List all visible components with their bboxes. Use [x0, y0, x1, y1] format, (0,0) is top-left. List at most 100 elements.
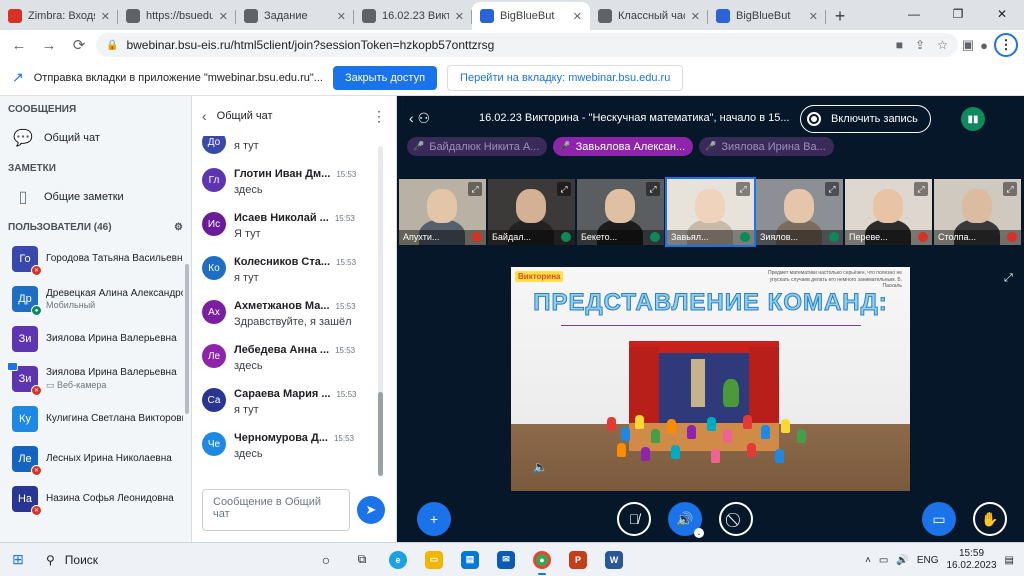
toggle-userlist-icon[interactable]: ‹ ⚇	[409, 110, 439, 127]
tab-close-icon[interactable]: ✕	[219, 10, 228, 23]
reload-icon[interactable]: ⟳	[66, 32, 92, 58]
minimize-icon[interactable]: —	[892, 0, 936, 28]
task-view-icon[interactable]: ⧉	[344, 543, 380, 576]
expand-icon[interactable]: ⤢	[736, 182, 750, 196]
browser-tab[interactable]: 16.02.23 Викто ✕	[354, 2, 472, 30]
webcam-tile[interactable]: ⤢ Зиялов...	[756, 179, 843, 245]
chrome-icon[interactable]: ●	[524, 543, 560, 576]
shared-notes-item[interactable]: ▯ Общие заметки	[0, 180, 191, 214]
record-button[interactable]: Включить запись	[800, 105, 931, 133]
clock[interactable]: 15:59 16.02.2023	[946, 548, 996, 572]
chevron-up-icon[interactable]: ˄	[865, 555, 871, 566]
browser-tab[interactable]: BigBlueBut ✕	[708, 2, 826, 30]
user-list-item[interactable]: Зи Зиялова Ирина Валерьевна	[0, 319, 191, 359]
tab-close-icon[interactable]: ✕	[691, 10, 700, 23]
mail-icon[interactable]: ✉	[488, 543, 524, 576]
stop-sharing-button[interactable]: Закрыть доступ	[332, 65, 438, 90]
webcam-tile[interactable]: ⤢ Бекето...	[577, 179, 664, 245]
webcam-tile[interactable]: ⤢ Завьял...	[665, 177, 756, 247]
star-icon[interactable]: ☆	[937, 38, 948, 52]
child-figure	[723, 429, 732, 443]
talking-indicator[interactable]: 🎤 Байдалюк Никита А...	[407, 137, 548, 156]
expand-icon[interactable]: ⤢	[557, 182, 571, 196]
chat-title: Общий чат	[216, 110, 273, 122]
messages-section-title: СООБЩЕНИЯ	[8, 104, 77, 115]
gear-icon[interactable]: ⚙	[174, 222, 183, 233]
fullscreen-icon[interactable]: ⤢	[1004, 272, 1013, 285]
browser-tab[interactable]: Задание ✕	[236, 2, 354, 30]
restore-icon[interactable]: ❐	[936, 0, 980, 28]
windows-start-icon[interactable]: ⊞	[0, 551, 36, 568]
close-window-icon[interactable]: ✕	[980, 0, 1024, 28]
volume-icon[interactable]: 🔊	[896, 555, 908, 566]
lock-icon[interactable]: 🔒	[106, 40, 118, 51]
public-chat-item[interactable]: 💬 Общий чат	[0, 121, 191, 155]
back-arrow-icon[interactable]: ←	[6, 32, 32, 58]
tab-close-icon[interactable]: ✕	[455, 10, 464, 23]
profile-icon[interactable]: ●	[980, 38, 988, 53]
chat-scrollbar[interactable]	[378, 146, 383, 476]
camera-icon[interactable]: ■	[896, 38, 903, 52]
chat-scrollbar-thumb[interactable]	[378, 392, 383, 476]
browser-tab[interactable]: https://bsuedu ✕	[118, 2, 236, 30]
user-list-item[interactable]: На ✕ Назина Софья Леонидовна	[0, 479, 191, 519]
browser-tab[interactable]: Классный час ✕	[590, 2, 708, 30]
expand-icon[interactable]: ⤢	[825, 182, 839, 196]
address-bar[interactable]: 🔒 bwebinar.bsu-eis.ru/html5client/join?s…	[96, 33, 958, 57]
audio-button[interactable]: 🔊 ⌄	[668, 502, 704, 538]
tab-close-icon[interactable]: ✕	[101, 10, 110, 23]
connection-status-icon[interactable]: ▮▮	[961, 107, 985, 131]
cortana-icon[interactable]: ○	[308, 543, 344, 576]
audio-settings-icon[interactable]: ⌄	[694, 528, 704, 538]
webcam-tile[interactable]: ⤢ Столпа...	[934, 179, 1021, 245]
browser-menu-icon[interactable]: ⋮	[994, 33, 1018, 57]
user-list-item[interactable]: Ле ✕ Лесных Ирина Николаевна	[0, 439, 191, 479]
avatar: Са	[202, 388, 226, 412]
tab-close-icon[interactable]: ✕	[337, 10, 346, 23]
language-indicator[interactable]: ENG	[917, 555, 939, 566]
taskbar-search[interactable]: ⚲ Поиск	[36, 543, 308, 576]
chat-message: До я тут	[202, 136, 380, 154]
screen-share-button[interactable]: ▭	[922, 502, 956, 536]
browser-tab[interactable]: BigBlueBut ✕	[472, 2, 590, 30]
talking-indicator[interactable]: 🎤 Зиялова Ирина Ва...	[699, 137, 834, 156]
user-list-scrollbar[interactable]	[185, 264, 189, 414]
send-button[interactable]: ➤	[357, 496, 385, 524]
webcam-tile[interactable]: ⤢ Переве...	[845, 179, 932, 245]
network-icon[interactable]: ▭	[879, 555, 888, 566]
browser-tab[interactable]: Zimbra: Входя ✕	[0, 2, 118, 30]
user-list-item[interactable]: Го ✕ Городова Татьяна Васильевна	[0, 239, 191, 279]
chevron-left-icon[interactable]: ‹	[202, 108, 207, 124]
user-list-item[interactable]: Др ● Древецкая Алина Александро... Мобильны…	[0, 279, 191, 319]
raise-hand-button[interactable]: ✋	[973, 502, 1007, 536]
more-options-icon[interactable]: ⋮	[372, 108, 386, 125]
webcam-tile[interactable]: ⤢ Апухти...	[399, 179, 486, 245]
tab-title: BigBlueBut	[500, 10, 555, 22]
mute-button[interactable]: 🎙̸	[617, 502, 651, 536]
expand-icon[interactable]: ⤢	[468, 182, 482, 196]
user-list-item[interactable]: Ку Кулигина Светлана Викторовна	[0, 399, 191, 439]
expand-icon[interactable]: ⤢	[1003, 182, 1017, 196]
word-icon[interactable]: W	[596, 543, 632, 576]
actions-button[interactable]: +	[417, 502, 451, 536]
notifications-icon[interactable]: ▤	[1005, 555, 1014, 566]
camera-button[interactable]: ⃠	[719, 502, 753, 536]
tab-close-icon[interactable]: ✕	[573, 10, 582, 23]
message-time: 15:53	[335, 302, 356, 311]
share-icon[interactable]: ⇪	[915, 38, 925, 52]
new-tab-icon[interactable]: +	[826, 2, 854, 30]
file-explorer-icon[interactable]: ▭	[416, 543, 452, 576]
powerpoint-icon[interactable]: P	[560, 543, 596, 576]
talking-indicator[interactable]: 🎤 Завьялова Алексан...	[553, 137, 694, 156]
tab-close-icon[interactable]: ✕	[809, 10, 818, 23]
expand-icon[interactable]: ⤢	[646, 182, 660, 196]
forward-arrow-icon[interactable]: →	[36, 32, 62, 58]
sidepanel-icon[interactable]: ▣	[962, 37, 974, 53]
expand-icon[interactable]: ⤢	[914, 182, 928, 196]
user-list-item[interactable]: Зи ✕ Зиялова Ирина Валерьевна ▭ Веб-камера	[0, 359, 191, 399]
store-icon[interactable]: ▤	[452, 543, 488, 576]
webcam-tile[interactable]: ⤢ Байдал...	[488, 179, 575, 245]
chat-message-input[interactable]: Сообщение в Общий чат	[202, 489, 350, 531]
go-to-tab-button[interactable]: Перейти на вкладку: mwebinar.bsu.edu.ru	[447, 64, 684, 91]
edge-icon[interactable]: e	[380, 543, 416, 576]
